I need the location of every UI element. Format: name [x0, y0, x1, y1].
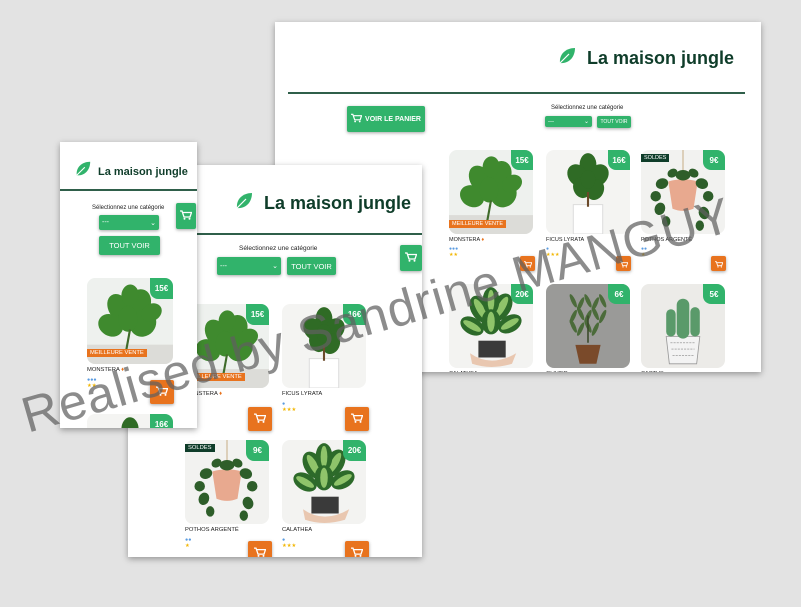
leaf-icon: [74, 160, 92, 183]
view-cart-button[interactable]: VOIR LE PANIER: [347, 106, 425, 132]
cart-button[interactable]: [176, 203, 196, 229]
cart-icon: [351, 410, 364, 428]
price-badge: 16€: [608, 150, 630, 170]
price-badge: 16€: [150, 414, 173, 428]
category-label: Sélectionnez une catégorie: [551, 105, 624, 111]
water-drop-icon: ●: [282, 536, 286, 543]
sale-badge: SOLDES: [641, 154, 670, 162]
fire-icon: ♦: [219, 391, 223, 398]
plant-name-text: FICUS LYRATA: [282, 391, 323, 398]
plant-name-text: MONSTERA: [449, 237, 480, 243]
leaf-icon: [234, 191, 254, 216]
view-cart-label: VOIR LE PANIER: [365, 115, 421, 123]
water-rating: ●: [282, 537, 285, 543]
mobile-header: La maison jungle: [74, 160, 188, 183]
show-all-button[interactable]: TOUT VOIR: [287, 257, 336, 275]
plant-name: FICUS LYRATA: [282, 391, 322, 397]
category-select[interactable]: --- ⌄: [99, 215, 159, 230]
sun-icon: ★: [291, 542, 297, 549]
app-title: La maison jungle: [98, 165, 188, 178]
add-to-cart-button[interactable]: [345, 407, 369, 431]
light-rating: ★★★: [282, 543, 296, 549]
app-title: La maison jungle: [264, 193, 412, 213]
app-title: La maison jungle: [587, 48, 735, 68]
light-rating: ★★: [449, 252, 458, 258]
plant-name: CALATHEA: [449, 371, 478, 372]
add-to-cart-button[interactable]: [711, 256, 726, 271]
plant-name-text: OLIVIER: [546, 371, 568, 372]
cart-icon: [405, 249, 418, 267]
plant-name: OLIVIER: [546, 371, 568, 372]
category-select[interactable]: --- ⌄: [545, 116, 592, 127]
water-rating: ●: [282, 401, 285, 407]
best-seller-badge: MEILLEURE VENTE: [449, 220, 507, 228]
chevron-down-icon: ⌄: [583, 119, 589, 125]
plant-card: 5€CACTUS●★★★: [641, 284, 725, 372]
price-badge: 5€: [703, 284, 725, 304]
price-badge: 9€: [703, 150, 725, 170]
plant-card: 20€ CALATHEA ●★★★: [282, 440, 366, 551]
plant-name-text: CALATHEA: [449, 371, 478, 372]
leaf-icon: [557, 46, 577, 71]
plant-name-text: POTHOS ARGENTÉ: [185, 527, 239, 534]
category-label: Sélectionnez une catégorie: [92, 205, 165, 211]
water-rating: ●●: [185, 537, 191, 543]
plant-name: CALATHEA: [282, 527, 312, 533]
add-to-cart-button[interactable]: [345, 541, 369, 557]
price-badge: 20€: [343, 440, 366, 461]
cart-icon: [351, 544, 364, 557]
price-badge: 15€: [150, 278, 173, 299]
show-all-button[interactable]: TOUT VOIR: [597, 116, 631, 128]
tablet-header: La maison jungle: [234, 191, 411, 216]
add-to-cart-button[interactable]: [248, 407, 272, 431]
fire-icon: ♦: [481, 237, 485, 243]
show-all-button[interactable]: TOUT VOIR: [99, 236, 160, 255]
cart-icon: [714, 255, 723, 273]
light-rating: ★: [185, 543, 190, 549]
sun-icon: ★: [185, 542, 190, 549]
plant-name-text: CACTUS: [641, 371, 664, 372]
sale-badge: SOLDES: [185, 444, 215, 452]
cart-icon: [180, 207, 193, 225]
plant-name: POTHOS ARGENTÉ: [185, 527, 239, 533]
plant-card: 9€ SOLDES POTHOS ARGENTÉ ●● ★: [185, 440, 269, 551]
category-select-value: ---: [220, 262, 227, 270]
header-divider: [288, 92, 745, 94]
price-badge: 15€: [511, 150, 533, 170]
plant-name: CACTUS: [641, 371, 664, 372]
cart-icon: [254, 410, 267, 428]
cart-icon: [254, 544, 267, 557]
cart-button[interactable]: [400, 245, 422, 271]
desktop-header: La maison jungle: [557, 46, 734, 71]
water-drop-icon: ●: [188, 536, 192, 543]
cart-icon: [351, 113, 363, 125]
price-badge: 9€: [246, 440, 269, 461]
light-rating: ★★★: [282, 407, 296, 413]
category-select[interactable]: --- ⌄: [217, 257, 281, 275]
header-divider: [60, 189, 197, 191]
category-label: Sélectionnez une catégorie: [239, 245, 318, 252]
category-select-value: ---: [102, 219, 109, 226]
plant-card: 6€OLIVIER●★★★: [546, 284, 630, 372]
plant-name-text: CALATHEA: [282, 527, 313, 534]
category-select-value: ---: [548, 118, 554, 125]
chevron-down-icon: ⌄: [272, 263, 278, 270]
water-drop-icon: ●: [282, 400, 286, 407]
chevron-down-icon: ⌄: [150, 219, 156, 227]
sun-icon: ★: [291, 406, 297, 413]
sun-icon: ★: [453, 252, 458, 258]
plant-name: MONSTERA ♦: [449, 237, 484, 243]
add-to-cart-button[interactable]: [248, 541, 272, 557]
price-badge: 6€: [608, 284, 630, 304]
